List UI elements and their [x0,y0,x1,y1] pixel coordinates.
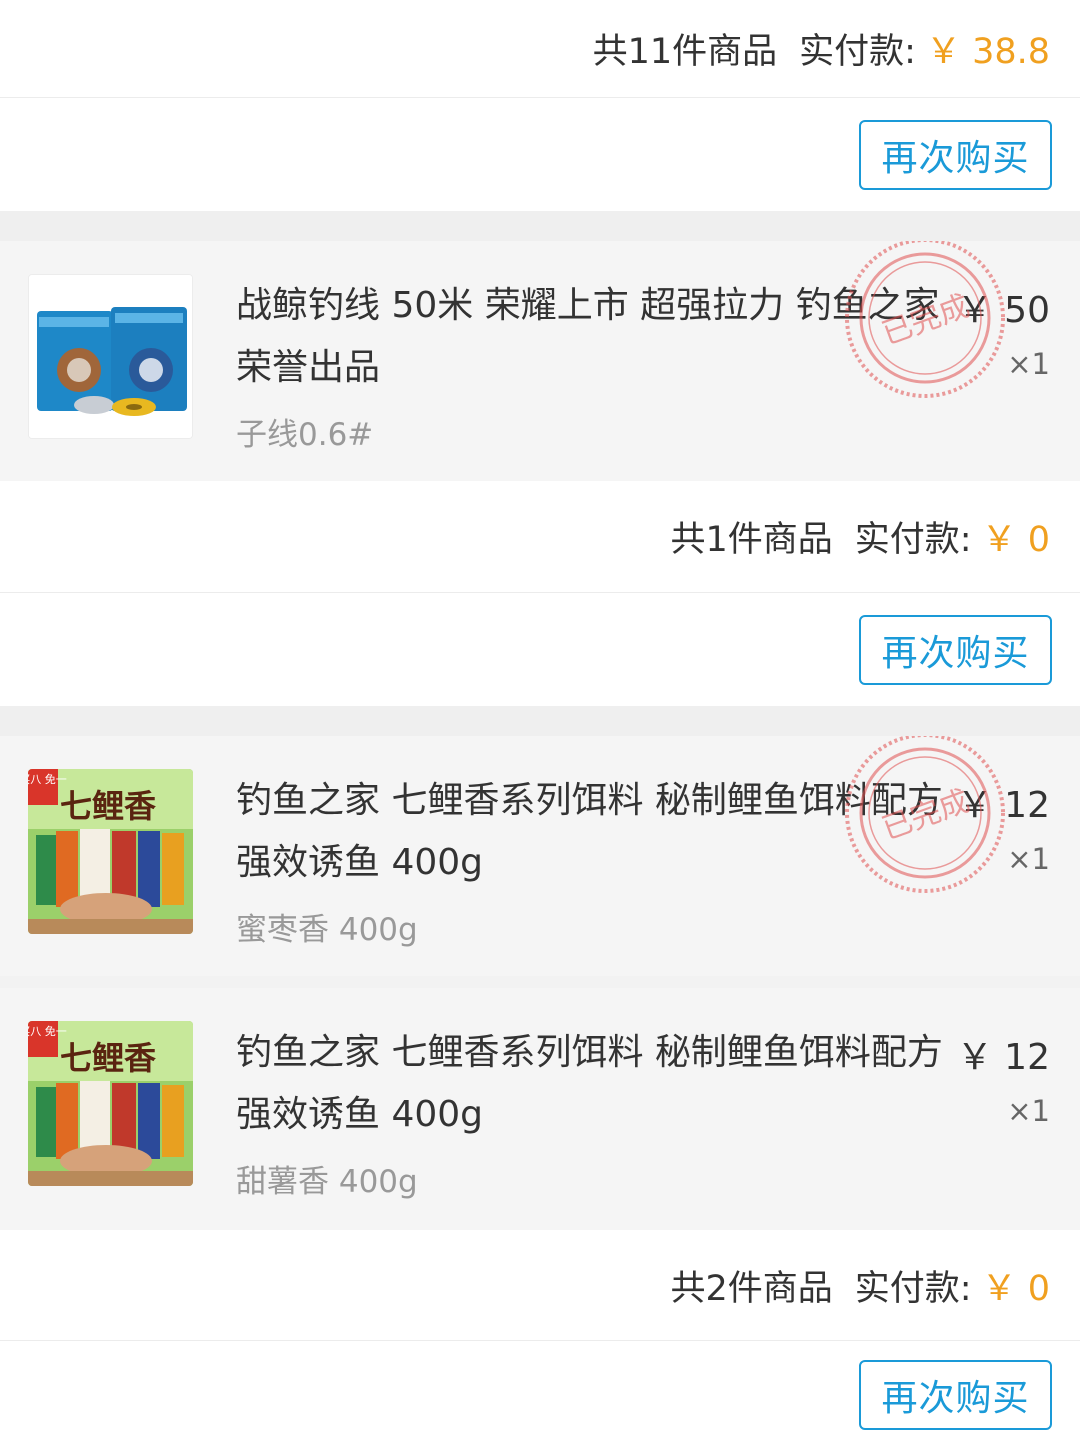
order-summary: 共1件商品 实付款: ￥ 0 [0,481,1080,593]
product-brand-text: 七鲤香 [60,1039,156,1077]
product-price: ￥ 12 [956,1037,1050,1078]
item-count: 共1件商品 [670,520,833,560]
product-thumbnail: 买八 免一 七鲤香 [28,1021,193,1186]
order-divider [0,706,1080,736]
order-actions: 再次购买 [0,1341,1080,1449]
order-summary: 共11件商品 实付款: ￥ 38.8 [0,0,1080,98]
product-quantity: ×1 [1007,347,1050,381]
product-spec: 子线0.6# [236,417,374,453]
paid-label: 实付款: [854,520,972,560]
paid-label: 实付款: [799,32,916,72]
fishing-line-image [29,275,192,438]
product-title: 钓鱼之家 七鲤香系列饵料 秘制鲤鱼饵料配方 强效诱鱼 400g [236,780,943,883]
bait-package-image: 买八 免一 七鲤香 [28,769,193,934]
order-item[interactable]: 买八 免一 七鲤香 钓鱼之家 七鲤香系列饵料 秘制鲤鱼饵料配方 强效诱鱼 400… [0,988,1080,1230]
rebuy-button[interactable]: 再次购买 [859,1360,1052,1430]
order-actions: 再次购买 [0,593,1080,706]
order-divider [0,211,1080,241]
product-thumbnail: 买八 免一 七鲤香 [28,769,193,934]
product-title: 钓鱼之家 七鲤香系列饵料 秘制鲤鱼饵料配方 强效诱鱼 400g [236,1032,943,1135]
promo-badge-text: 买八 免一 [28,772,67,786]
product-thumbnail [28,274,193,439]
paid-amount: ￥ 0 [981,1268,1050,1309]
product-spec: 甜薯香 400g [236,1164,418,1200]
rebuy-button[interactable]: 再次购买 [859,119,1052,190]
item-count: 共11件商品 [592,32,778,72]
product-price: ￥ 12 [956,785,1050,826]
order-item[interactable]: 买八 免一 七鲤香 钓鱼之家 七鲤香系列饵料 秘制鲤鱼饵料配方 强效诱鱼 400… [0,736,1080,976]
product-brand-text: 七鲤香 [60,787,156,825]
item-divider [0,976,1080,988]
order-actions: 再次购买 [0,98,1080,211]
product-quantity: ×1 [1007,842,1050,876]
order-summary: 共2件商品 实付款: ￥ 0 [0,1230,1080,1341]
bait-package-image: 买八 免一 七鲤香 [28,1021,193,1186]
product-quantity: ×1 [1007,1094,1050,1128]
product-title: 战鲸钓线 50米 荣耀上市 超强拉力 钓鱼之家荣誉出品 [236,285,940,388]
promo-badge-text: 买八 免一 [28,1024,67,1038]
paid-label: 实付款: [854,1268,972,1309]
order-item[interactable]: 战鲸钓线 50米 荣耀上市 超强拉力 钓鱼之家荣誉出品 子线0.6# ￥ 50 … [0,241,1080,481]
paid-amount: ￥ 38.8 [925,32,1050,72]
paid-amount: ￥ 0 [981,520,1050,560]
product-price: ￥ 50 [956,290,1050,331]
product-spec: 蜜枣香 400g [236,912,418,948]
rebuy-button[interactable]: 再次购买 [859,614,1052,685]
item-count: 共2件商品 [670,1268,833,1309]
